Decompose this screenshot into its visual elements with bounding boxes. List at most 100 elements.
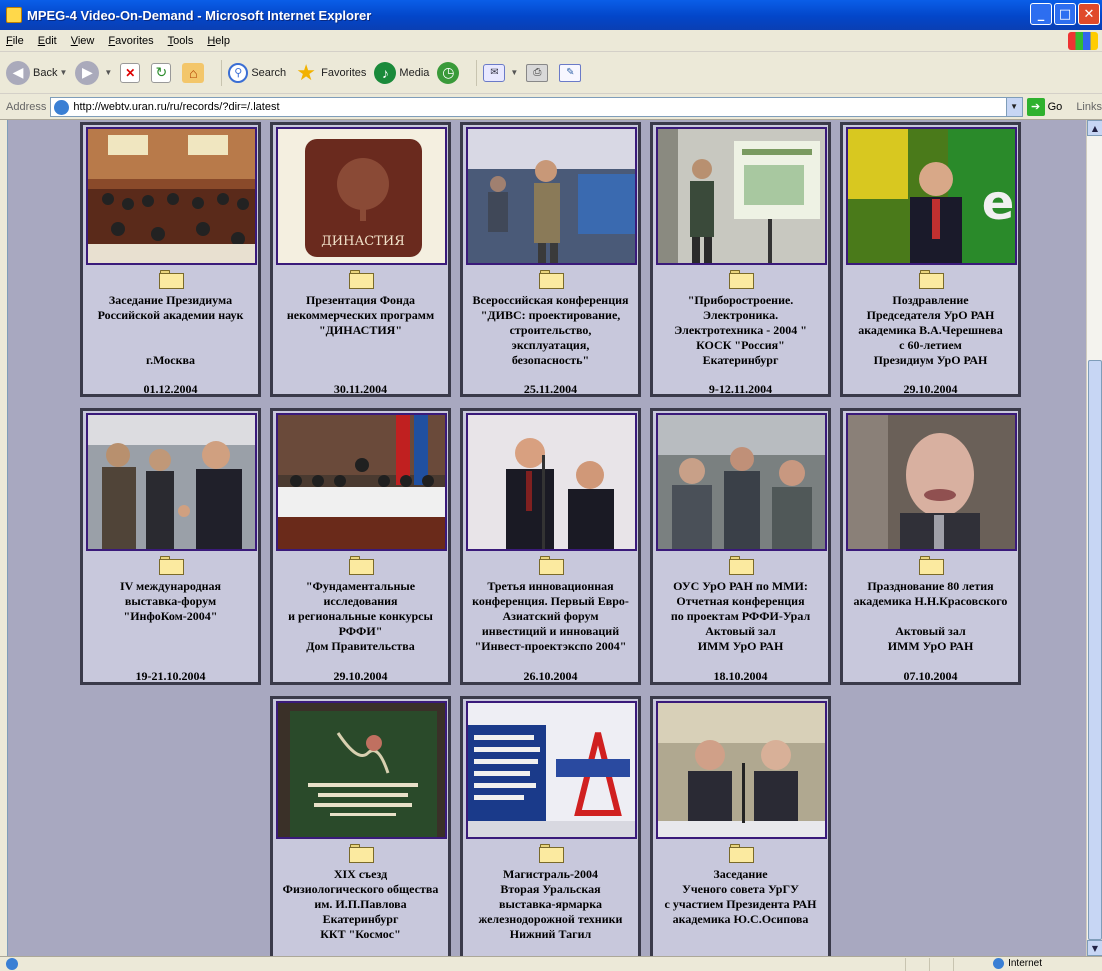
status-divider bbox=[953, 958, 954, 971]
video-card[interactable]: IV международная выставка-форум "ИнфоКом… bbox=[80, 408, 261, 685]
video-date: 25.11.2004 bbox=[523, 382, 578, 396]
address-dropdown-icon[interactable]: ▼ bbox=[1005, 97, 1022, 116]
links-toolbar[interactable]: Links bbox=[1076, 101, 1102, 113]
video-card[interactable]: ДИНАСТИЯ Презентация Фонда некоммерчески… bbox=[270, 122, 451, 397]
video-card[interactable]: Третья инновационная конференция. Первый… bbox=[460, 408, 641, 685]
maximize-button[interactable]: □ bbox=[1054, 3, 1076, 25]
refresh-button[interactable]: ↻ bbox=[151, 62, 174, 83]
video-card[interactable]: е Поздравление Председателя УрО РАН акад… bbox=[840, 122, 1021, 397]
thumb-presidium-table bbox=[278, 415, 445, 549]
video-caption: IV международная выставка-форум "ИнфоКом… bbox=[119, 579, 222, 623]
stop-icon: ✕ bbox=[120, 62, 141, 83]
folder-icon[interactable] bbox=[539, 844, 564, 863]
video-thumbnail[interactable]: ДИНАСТИЯ bbox=[276, 127, 447, 265]
video-thumbnail[interactable] bbox=[656, 701, 827, 839]
video-caption: "Фундаментальные исследования и регионал… bbox=[288, 579, 433, 653]
toolbar-separator bbox=[221, 59, 223, 86]
address-input[interactable]: http://webtv.uran.ru/ru/records/?dir=/.l… bbox=[50, 96, 1023, 117]
menu-edit[interactable]: Edit bbox=[38, 35, 57, 47]
video-caption: Поздравление Председателя УрО РАН академ… bbox=[858, 293, 1003, 367]
scroll-thumb[interactable] bbox=[1088, 360, 1102, 940]
menu-help[interactable]: Help bbox=[207, 35, 230, 47]
scroll-down-icon[interactable]: ▼ bbox=[1087, 940, 1102, 956]
menu-favorites[interactable]: Favorites bbox=[108, 35, 153, 47]
folder-icon[interactable] bbox=[539, 270, 564, 289]
go-button[interactable]: ➔ Go bbox=[1026, 97, 1063, 116]
video-card[interactable]: "Приборостроение. Электроника. Электроте… bbox=[650, 122, 831, 397]
menu-tools[interactable]: Tools bbox=[168, 35, 194, 47]
video-thumbnail[interactable] bbox=[276, 701, 447, 839]
folder-icon[interactable] bbox=[159, 556, 184, 575]
video-card[interactable]: Заседание Президиума Российской академии… bbox=[80, 122, 261, 397]
video-thumbnail[interactable] bbox=[846, 413, 1017, 551]
folder-icon[interactable] bbox=[159, 270, 184, 289]
folder-icon[interactable] bbox=[349, 270, 374, 289]
stop-button[interactable]: ✕ bbox=[120, 62, 143, 83]
video-thumbnail[interactable] bbox=[276, 413, 447, 551]
media-label: Media bbox=[399, 66, 430, 79]
mail-button[interactable]: ✉ ▼ bbox=[483, 63, 518, 82]
video-caption: Заседание Президиума Российской академии… bbox=[97, 293, 244, 367]
toolbar: ◀ Back ▼ ▶ ▼ ✕ ↻ ⌂ ⚲ Search ★ Favorites … bbox=[0, 52, 1102, 94]
video-card[interactable]: ОУС УрО РАН по ММИ: Отчетная конференция… bbox=[650, 408, 831, 685]
scroll-up-icon[interactable]: ▲ bbox=[1087, 120, 1102, 136]
folder-icon[interactable] bbox=[729, 556, 754, 575]
folder-icon[interactable] bbox=[349, 844, 374, 863]
status-divider bbox=[929, 958, 930, 971]
status-divider bbox=[905, 958, 906, 971]
video-thumbnail[interactable]: е bbox=[846, 127, 1017, 265]
video-card[interactable]: XIX съезд Физиологического общества им. … bbox=[270, 696, 451, 956]
video-card[interactable]: Всероссийская конференция "ДИВС: проекти… bbox=[460, 122, 641, 397]
folder-icon[interactable] bbox=[919, 270, 944, 289]
folder-icon[interactable] bbox=[729, 844, 754, 863]
video-thumbnail[interactable] bbox=[656, 127, 827, 265]
thumb-man-at-podium: е bbox=[848, 129, 1015, 263]
video-caption: Презентация Фонда некоммерческих програм… bbox=[286, 293, 435, 337]
video-thumbnail[interactable] bbox=[466, 701, 637, 839]
menu-file[interactable]: File bbox=[6, 35, 24, 47]
folder-icon[interactable] bbox=[729, 270, 754, 289]
back-dropdown-icon[interactable]: ▼ bbox=[59, 68, 67, 77]
home-button[interactable]: ⌂ bbox=[182, 62, 207, 83]
history-button[interactable]: ◷ bbox=[437, 61, 462, 84]
edit-button[interactable]: ✎ bbox=[559, 63, 584, 82]
search-label: Search bbox=[251, 66, 287, 79]
back-label: Back bbox=[33, 66, 58, 79]
search-icon: ⚲ bbox=[228, 62, 249, 83]
video-thumbnail[interactable] bbox=[466, 127, 637, 265]
menu-view[interactable]: View bbox=[71, 35, 95, 47]
back-arrow-icon: ◀ bbox=[6, 60, 30, 85]
forward-dropdown-icon[interactable]: ▼ bbox=[104, 68, 112, 77]
thumb-elderly-man bbox=[848, 415, 1015, 549]
mail-dropdown-icon[interactable]: ▼ bbox=[510, 68, 518, 77]
video-caption: Всероссийская конференция "ДИВС: проекти… bbox=[472, 293, 629, 367]
window-titlebar[interactable]: MPEG-4 Video-On-Demand - Microsoft Inter… bbox=[0, 0, 1102, 30]
video-card[interactable]: "Фундаментальные исследования и регионал… bbox=[270, 408, 451, 685]
search-button[interactable]: ⚲ Search bbox=[228, 62, 287, 83]
print-button[interactable]: ⎙ bbox=[526, 63, 551, 82]
video-caption: Празднование 80 летия академика Н.Н.Крас… bbox=[853, 579, 1008, 653]
video-card[interactable]: Празднование 80 летия академика Н.Н.Крас… bbox=[840, 408, 1021, 685]
video-date: 26.10.2004 bbox=[523, 669, 578, 683]
video-thumbnail[interactable] bbox=[86, 413, 257, 551]
video-card[interactable]: Магистраль-2004 Вторая Уральская выставк… bbox=[460, 696, 641, 956]
video-caption: Магистраль-2004 Вторая Уральская выставк… bbox=[478, 867, 623, 941]
close-button[interactable]: ✕ bbox=[1078, 3, 1100, 25]
video-thumbnail[interactable] bbox=[466, 413, 637, 551]
thumb-speaker-standing bbox=[468, 129, 635, 263]
media-button[interactable]: ♪ Media bbox=[374, 61, 430, 84]
folder-icon[interactable] bbox=[919, 556, 944, 575]
video-card[interactable]: Заседание Ученого совета УрГУ с участием… bbox=[650, 696, 831, 956]
vertical-scrollbar[interactable]: ▲ ▼ bbox=[1086, 120, 1102, 956]
folder-icon[interactable] bbox=[539, 556, 564, 575]
video-thumbnail[interactable] bbox=[86, 127, 257, 265]
folder-icon[interactable] bbox=[349, 556, 374, 575]
favorites-button[interactable]: ★ Favorites bbox=[294, 60, 366, 85]
address-url: http://webtv.uran.ru/ru/records/?dir=/.l… bbox=[73, 100, 280, 113]
back-button[interactable]: ◀ Back ▼ bbox=[6, 60, 67, 85]
forward-button[interactable]: ▶ ▼ bbox=[75, 60, 112, 85]
minimize-button[interactable]: _ bbox=[1030, 3, 1052, 25]
video-thumbnail[interactable] bbox=[656, 413, 827, 551]
address-label: Address bbox=[6, 100, 47, 113]
go-label: Go bbox=[1047, 100, 1063, 113]
